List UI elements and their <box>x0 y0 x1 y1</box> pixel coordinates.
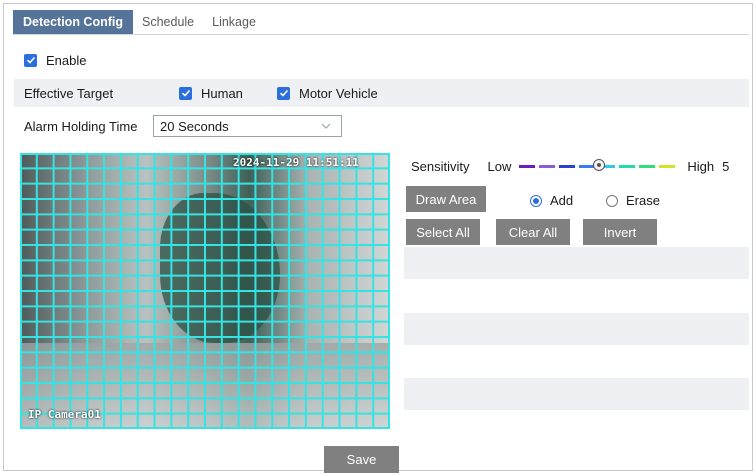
human-checkbox[interactable] <box>179 86 192 100</box>
sensitivity-low-label: Low <box>487 158 512 174</box>
slider-segment <box>619 165 636 168</box>
motor-vehicle-option[interactable]: Motor Vehicle <box>277 86 378 101</box>
row-stripe <box>404 313 749 345</box>
erase-label: Erase <box>626 193 660 208</box>
tab-divider <box>13 34 749 35</box>
row-stripe <box>404 247 749 279</box>
slider-thumb[interactable] <box>593 159 606 171</box>
erase-radio-dot[interactable] <box>606 194 618 207</box>
sensitivity-value: 5 <box>722 158 730 174</box>
enable-label: Enable <box>46 52 87 68</box>
select-all-button[interactable]: Select All <box>406 219 480 245</box>
human-label: Human <box>201 85 243 101</box>
motor-vehicle-label: Motor Vehicle <box>299 85 378 101</box>
clear-all-button[interactable]: Clear All <box>496 219 570 245</box>
effective-target-label: Effective Target <box>24 85 114 101</box>
add-label: Add <box>550 193 574 208</box>
slider-segment <box>519 165 536 168</box>
sensitivity-high-label: High <box>687 158 715 174</box>
erase-radio[interactable]: Erase <box>606 193 660 208</box>
save-button[interactable]: Save <box>324 446 399 473</box>
row-stripe <box>404 378 749 410</box>
sensitivity-label: Sensitivity <box>411 158 470 174</box>
slider-segment <box>539 165 556 168</box>
detection-area-grid[interactable] <box>20 153 390 429</box>
alarm-holding-label: Alarm Holding Time <box>24 118 138 134</box>
enable-checkbox[interactable] <box>24 53 37 67</box>
video-preview[interactable]: 2024-11-29 11:51:11 IP Camera01 <box>20 153 390 429</box>
check-icon <box>26 56 35 64</box>
tab-bar: Detection Config Schedule Linkage <box>13 10 265 34</box>
slider-segment <box>559 165 576 168</box>
slider-segment <box>659 165 676 168</box>
tab-linkage[interactable]: Linkage <box>203 10 265 34</box>
check-icon <box>279 89 288 97</box>
alarm-holding-value: 20 Seconds <box>160 118 229 134</box>
video-timestamp: 2024-11-29 11:51:11 <box>233 156 359 169</box>
human-option[interactable]: Human <box>179 86 243 101</box>
camera-name: IP Camera01 <box>28 408 101 421</box>
alarm-holding-row: Alarm Holding Time <box>14 115 756 137</box>
add-radio-dot[interactable] <box>530 194 542 207</box>
enable-row: Enable <box>14 49 756 71</box>
tab-schedule[interactable]: Schedule <box>133 10 203 34</box>
sensitivity-row: Sensitivity Low High 5 <box>411 156 729 176</box>
sensitivity-slider[interactable] <box>519 156 679 176</box>
effective-target-row: Effective Target Human Motor Vehicle <box>14 79 749 107</box>
tab-detection-config[interactable]: Detection Config <box>13 10 133 34</box>
chevron-down-icon <box>321 119 331 134</box>
add-radio[interactable]: Add <box>530 193 573 208</box>
draw-area-button[interactable]: Draw Area <box>406 186 486 212</box>
check-icon <box>181 89 190 97</box>
alarm-holding-select[interactable]: 20 Seconds <box>153 115 342 137</box>
motor-vehicle-checkbox[interactable] <box>277 86 290 100</box>
invert-button[interactable]: Invert <box>583 219 657 245</box>
slider-segment <box>639 165 656 168</box>
